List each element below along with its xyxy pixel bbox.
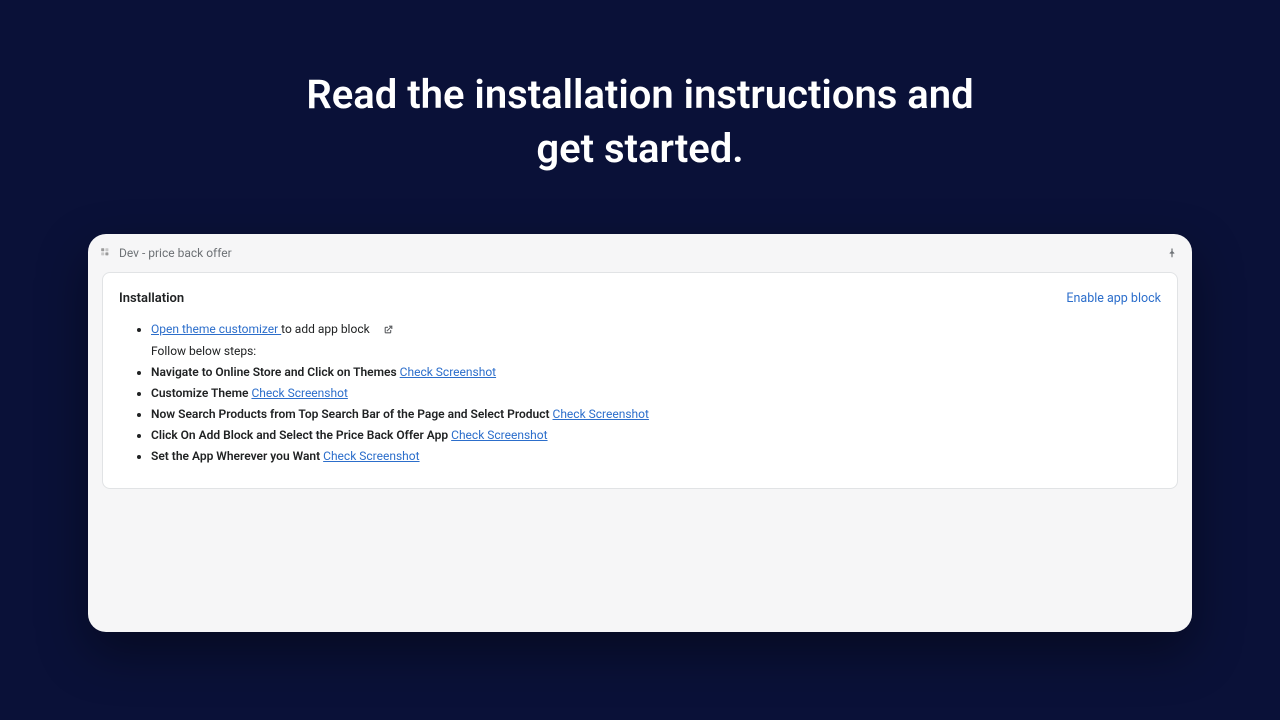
- step-add-block: Click On Add Block and Select the Price …: [151, 426, 1161, 444]
- check-screenshot-link[interactable]: Check Screenshot: [251, 386, 347, 400]
- check-screenshot-link[interactable]: Check Screenshot: [553, 407, 649, 421]
- step-navigate-themes: Navigate to Online Store and Click on Th…: [151, 363, 1161, 381]
- installation-card: Installation Enable app block Open theme…: [102, 272, 1178, 489]
- heading-line-1: Read the installation instructions and: [306, 71, 973, 118]
- content-area: Installation Enable app block Open theme…: [98, 268, 1182, 493]
- step-bold-text: Customize Theme: [151, 386, 248, 400]
- app-window: Dev - price back offer Installation Enab…: [88, 234, 1192, 632]
- check-screenshot-link[interactable]: Check Screenshot: [323, 449, 419, 463]
- step-customize-theme: Customize Theme Check Screenshot: [151, 384, 1161, 402]
- check-screenshot-link[interactable]: Check Screenshot: [451, 428, 547, 442]
- heading-line-2: get started.: [536, 125, 743, 172]
- step-after-text: to add app block: [281, 322, 370, 336]
- open-theme-customizer-link[interactable]: Open theme customizer: [151, 322, 281, 336]
- step-set-app: Set the App Wherever you Want Check Scre…: [151, 447, 1161, 465]
- enable-app-block-link[interactable]: Enable app block: [1066, 291, 1161, 306]
- step-open-customizer: Open theme customizer to add app block F…: [151, 320, 1161, 360]
- follow-steps-label: Follow below steps:: [151, 342, 1161, 360]
- external-link-icon: [383, 324, 394, 335]
- window-title: Dev - price back offer: [119, 246, 1159, 260]
- step-bold-text: Click On Add Block and Select the Price …: [151, 428, 448, 442]
- card-header: Installation Enable app block: [119, 291, 1161, 306]
- page-heading: Read the installation instructions and g…: [0, 0, 1280, 176]
- pin-icon[interactable]: [1166, 247, 1178, 259]
- app-icon: [100, 247, 112, 259]
- check-screenshot-link[interactable]: Check Screenshot: [400, 365, 496, 379]
- step-search-products: Now Search Products from Top Search Bar …: [151, 405, 1161, 423]
- card-title: Installation: [119, 291, 184, 306]
- window-title-bar: Dev - price back offer: [98, 244, 1182, 268]
- step-bold-text: Set the App Wherever you Want: [151, 449, 320, 463]
- step-bold-text: Now Search Products from Top Search Bar …: [151, 407, 550, 421]
- installation-steps: Open theme customizer to add app block F…: [119, 320, 1161, 465]
- step-bold-text: Navigate to Online Store and Click on Th…: [151, 365, 397, 379]
